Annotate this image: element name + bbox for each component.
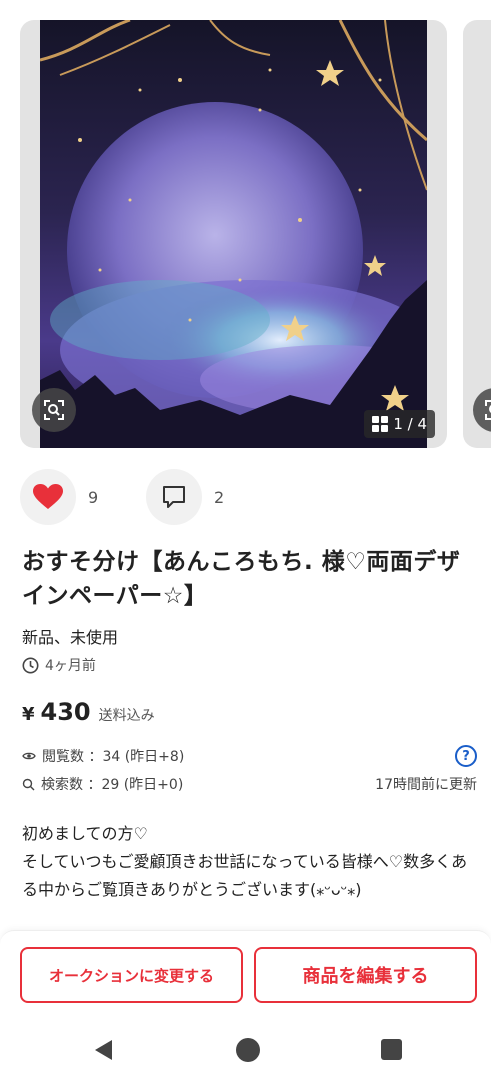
image-search-button-next[interactable] (473, 388, 491, 432)
home-icon[interactable] (236, 1038, 260, 1062)
edit-item-button[interactable]: 商品を編集する (254, 947, 477, 1003)
help-icon[interactable]: ? (455, 745, 477, 767)
heart-icon (33, 484, 63, 509)
posted-time-text: 4ヶ月前 (45, 658, 96, 674)
shipping-note: 送料込み (98, 708, 155, 724)
grid-icon (372, 416, 389, 432)
search-count-text: 検索数 ：29 (昨日+0) (41, 777, 184, 793)
comment-button[interactable] (146, 469, 202, 525)
like-button[interactable] (20, 469, 76, 525)
search-icon (22, 778, 35, 790)
like-count: 9 (88, 487, 99, 507)
price-symbol: ¥ (22, 704, 35, 725)
back-icon[interactable] (92, 1038, 116, 1062)
search-count: 検索数 ：29 (昨日+0) (22, 774, 183, 794)
product-image (40, 20, 427, 448)
clock-icon (22, 657, 39, 673)
posted-time: 4ヶ月前 (22, 655, 96, 675)
view-count: 閲覧数 ：34 (昨日+8) (22, 746, 184, 766)
image-search-icon (485, 400, 491, 420)
price-amount: 430 (40, 698, 91, 726)
item-description: 初めましての方♡ そしていつもご愛顧頂きお世話になっている皆様へ♡数多くある中か… (22, 824, 468, 899)
comment-count: 2 (214, 487, 225, 507)
image-search-icon (44, 400, 64, 420)
last-updated: 17時間前に更新 (375, 777, 477, 793)
price: ¥ 430 送料込み (22, 698, 155, 726)
change-to-auction-button[interactable]: オークションに変更する (20, 947, 243, 1003)
view-count-text: 閲覧数 ：34 (昨日+8) (42, 749, 185, 765)
image-counter: 1 / 4 (364, 410, 435, 438)
image-counter-text: 1 / 4 (393, 415, 427, 433)
reactions-row: 9 2 (20, 469, 244, 525)
comment-icon (163, 486, 185, 508)
item-title: おすそ分け【あんころもち. 様♡両面デザインペーパー☆】 (22, 549, 461, 609)
system-nav-bar (0, 1020, 491, 1080)
item-condition: 新品、未使用 (22, 628, 119, 647)
image-carousel[interactable]: 1 / 4 (0, 0, 491, 458)
product-image-card[interactable]: 1 / 4 (20, 20, 447, 448)
eye-icon (22, 752, 36, 760)
action-bar: オークションに変更する 商品を編集する (0, 930, 491, 1020)
recent-apps-icon[interactable] (381, 1039, 402, 1060)
image-search-button[interactable] (32, 388, 76, 432)
next-image-card[interactable] (463, 20, 491, 448)
